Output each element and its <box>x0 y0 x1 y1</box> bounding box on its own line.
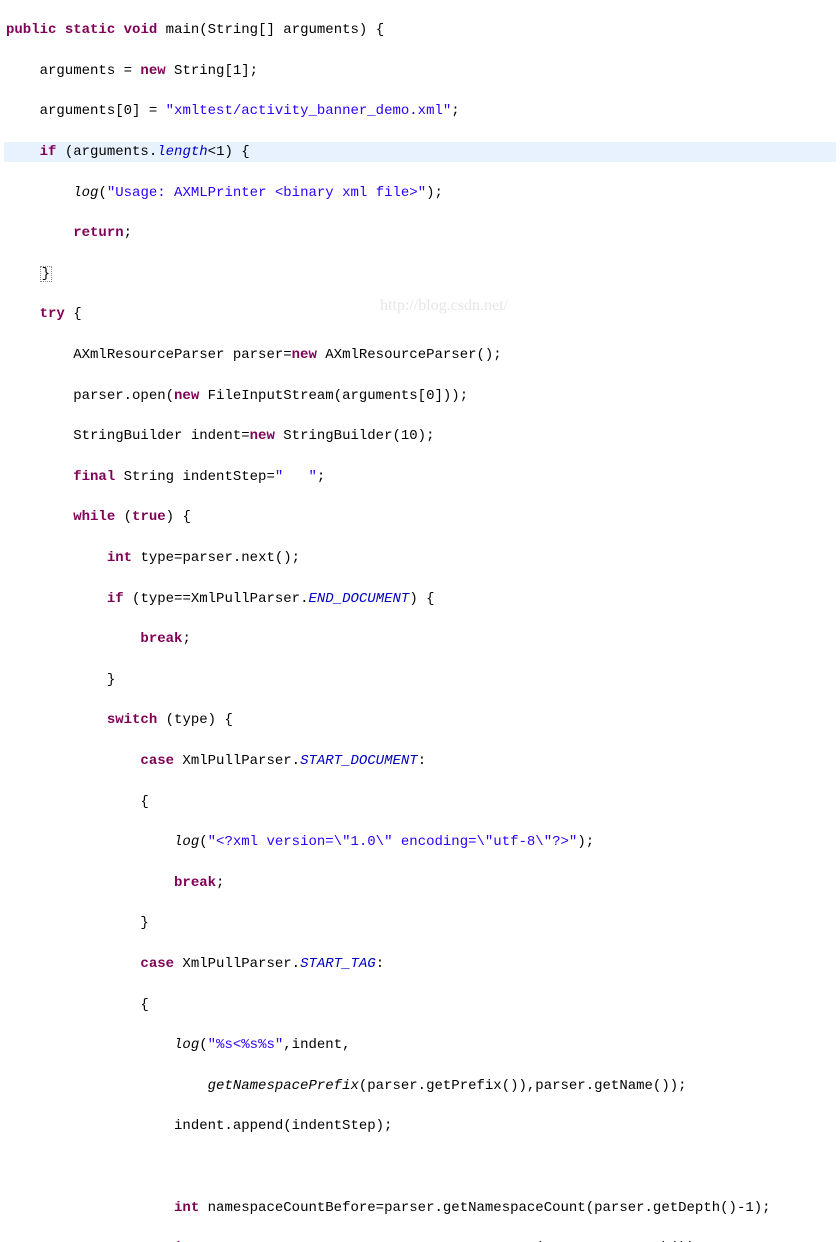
code-line: public static void main(String[] argumen… <box>4 20 836 40</box>
code-line: AXmlResourceParser parser=new AXmlResour… <box>4 345 836 365</box>
closing-brace-marker: } <box>40 266 52 282</box>
code-line: arguments[0] = "xmltest/activity_banner_… <box>4 101 836 121</box>
code-line: return; <box>4 223 836 243</box>
code-line: arguments = new String[1]; <box>4 61 836 81</box>
code-line: int type=parser.next(); <box>4 548 836 568</box>
code-line: int namespaceCountBefore=parser.getNames… <box>4 1198 836 1218</box>
code-line-highlighted: if (arguments.length<1) { <box>4 142 836 162</box>
code-line: case XmlPullParser.START_TAG: <box>4 954 836 974</box>
code-block: public static void main(String[] argumen… <box>0 0 840 1242</box>
code-line: parser.open(new FileInputStream(argument… <box>4 386 836 406</box>
code-line: { <box>4 792 836 812</box>
code-line: log("%s<%s%s",indent, <box>4 1035 836 1055</box>
code-line: getNamespacePrefix(parser.getPrefix()),p… <box>4 1076 836 1096</box>
code-line <box>4 1157 836 1177</box>
code-line: { <box>4 995 836 1015</box>
code-line: indent.append(indentStep); <box>4 1116 836 1136</box>
code-line: int namespaceCount=parser.getNamespaceCo… <box>4 1238 836 1242</box>
code-line: break; <box>4 629 836 649</box>
code-line: } <box>4 264 836 284</box>
code-line: } <box>4 913 836 933</box>
code-line: break; <box>4 873 836 893</box>
code-line: switch (type) { <box>4 710 836 730</box>
code-line: StringBuilder indent=new StringBuilder(1… <box>4 426 836 446</box>
code-line: log("Usage: AXMLPrinter <binary xml file… <box>4 183 836 203</box>
code-line: try { <box>4 304 836 324</box>
code-line: final String indentStep=" "; <box>4 467 836 487</box>
code-line: log("<?xml version=\"1.0\" encoding=\"ut… <box>4 832 836 852</box>
code-line: } <box>4 670 836 690</box>
code-line: while (true) { <box>4 507 836 527</box>
code-line: if (type==XmlPullParser.END_DOCUMENT) { <box>4 589 836 609</box>
code-line: case XmlPullParser.START_DOCUMENT: <box>4 751 836 771</box>
